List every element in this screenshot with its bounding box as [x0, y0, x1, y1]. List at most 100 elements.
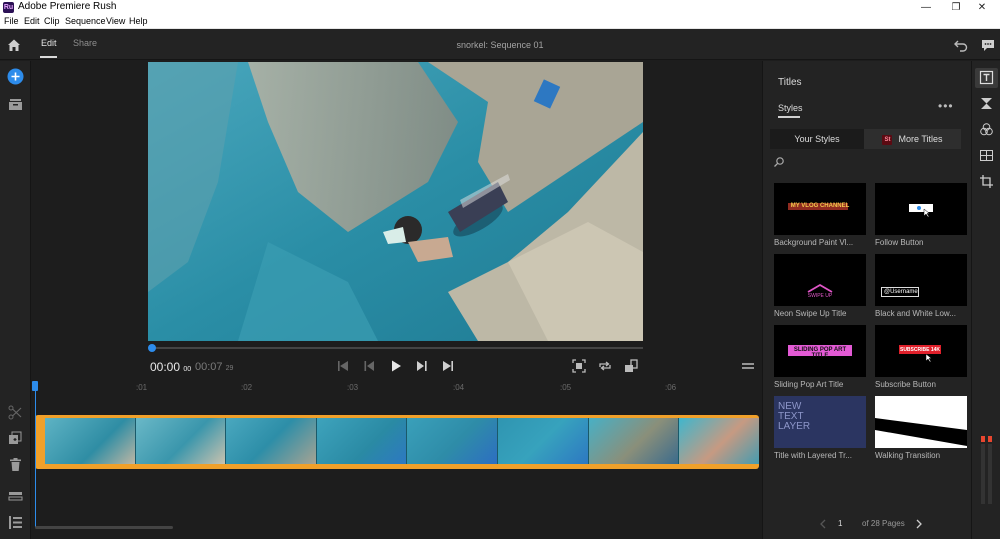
split-clip-icon[interactable] — [7, 404, 24, 421]
your-styles-button[interactable]: Your Styles — [770, 129, 864, 149]
sequence-title: snorkel: Sequence 01 — [456, 40, 544, 50]
clip-thumbnail — [45, 418, 136, 464]
menu-view[interactable]: View — [106, 16, 125, 26]
transitions-icon[interactable] — [979, 96, 994, 111]
speed-icon[interactable] — [979, 148, 994, 163]
crop-icon[interactable] — [979, 174, 994, 189]
window-title-bar: Ru Adobe Premiere Rush — ❐ ✕ — [0, 0, 1000, 15]
add-media-icon[interactable] — [7, 68, 24, 85]
more-titles-label: More Titles — [898, 134, 943, 144]
search-icon[interactable] — [773, 156, 785, 168]
go-to-start-icon[interactable] — [336, 359, 350, 373]
clip-thumbnail — [497, 418, 589, 464]
panel-title: Titles — [778, 77, 802, 88]
audio-meter-track — [988, 444, 992, 504]
title-template-layered-text[interactable]: NEW TEXT LAYER — [774, 396, 866, 448]
track-list-icon[interactable] — [7, 514, 24, 531]
feedback-icon[interactable] — [980, 37, 996, 53]
tick-label: :02 — [241, 383, 253, 392]
right-toolbar — [971, 61, 1000, 539]
tile-art-text: MY VLOG CHANNEL — [790, 203, 850, 209]
title-template-sliding-pop-art[interactable]: SLIDING POP ART TITLE — [774, 325, 866, 377]
tick-label: :06 — [665, 383, 677, 392]
timeline-scrollbar[interactable] — [35, 526, 173, 529]
tile-caption: Sliding Pop Art Title — [774, 380, 844, 389]
tile-caption: Subscribe Button — [875, 380, 936, 389]
close-button[interactable]: ✕ — [964, 0, 1000, 15]
tab-styles[interactable]: Styles — [778, 103, 803, 113]
playhead-handle[interactable] — [32, 381, 38, 391]
tile-caption: Title with Layered Tr... — [774, 451, 852, 460]
loop-icon[interactable] — [598, 359, 612, 373]
menu-sequence[interactable]: Sequence — [65, 16, 106, 26]
stock-icon: St — [882, 134, 893, 145]
go-to-end-icon[interactable] — [441, 359, 455, 373]
title-template-background-paint[interactable]: MY VLOG CHANNEL — [774, 183, 866, 235]
menu-clip[interactable]: Clip — [44, 16, 60, 26]
undo-icon[interactable] — [953, 37, 969, 53]
tile-caption: Black and White Low... — [875, 309, 956, 318]
audio-meter-track — [981, 444, 985, 504]
timeline-ruler[interactable]: :01 :02 :03 :04 :05 :06 — [32, 379, 762, 395]
prev-page-icon[interactable] — [819, 519, 827, 529]
delete-icon[interactable] — [7, 456, 24, 473]
more-titles-button[interactable]: St More Titles — [864, 129, 961, 149]
tab-styles-underline — [778, 116, 800, 118]
duplicate-icon[interactable] — [7, 430, 24, 447]
tile-caption: Walking Transition — [875, 451, 941, 460]
play-icon[interactable] — [389, 359, 403, 373]
title-template-follow-button[interactable] — [875, 183, 967, 235]
menu-edit[interactable]: Edit — [24, 16, 40, 26]
menu-file[interactable]: File — [4, 16, 19, 26]
menu-bar: File Edit Clip Sequence View Help — [0, 15, 1000, 29]
next-page-icon[interactable] — [915, 519, 923, 529]
title-template-subscribe-button[interactable]: SUBSCRIBE 14K — [875, 325, 967, 377]
page-count: of 28 Pages — [862, 519, 905, 528]
cursor-icon — [923, 208, 931, 218]
window-title: Adobe Premiere Rush — [18, 1, 117, 12]
tile-art-text: @Username — [884, 289, 918, 295]
tile-art-text: SUBSCRIBE 14K — [899, 347, 940, 353]
transition-stripe — [875, 418, 967, 446]
project-assets-icon[interactable] — [7, 96, 24, 113]
scrub-head[interactable] — [148, 344, 156, 352]
clip-thumbnail — [407, 418, 498, 464]
titles-panel: Titles Styles ••• Your Styles St More Tit… — [762, 61, 971, 539]
edit-workspace: 00:00 00 00:07 29 :01 :02 :03 :04:05:0… — [32, 61, 762, 539]
step-back-icon[interactable] — [362, 359, 376, 373]
tile-art-text: NEW TEXT LAYER — [778, 401, 811, 432]
video-preview[interactable] — [148, 62, 643, 341]
title-template-black-white-lower[interactable]: @Username — [875, 254, 967, 306]
duration: 00:07 29 — [195, 361, 234, 373]
clip-thumbnail — [679, 418, 759, 464]
fit-to-frame-icon[interactable] — [572, 359, 586, 373]
menu-help[interactable]: Help — [129, 16, 148, 26]
aspect-ratio-icon[interactable] — [624, 359, 638, 373]
clip-thumbnail — [226, 418, 317, 464]
clip-thumbnail — [135, 418, 227, 464]
playhead-line — [35, 385, 36, 527]
menu-lines-icon[interactable] — [741, 359, 755, 373]
tick-label: :04 — [453, 383, 465, 392]
tile-caption: Background Paint Vl... — [774, 238, 854, 247]
titles-icon[interactable] — [979, 70, 994, 85]
color-icon[interactable] — [979, 122, 994, 137]
scrub-track[interactable] — [152, 347, 643, 349]
tick-label: :05 — [560, 383, 572, 392]
audio-meter-left — [981, 436, 985, 442]
more-options-icon[interactable]: ••• — [938, 99, 954, 113]
step-forward-icon[interactable] — [415, 359, 429, 373]
track-controls-icon[interactable] — [7, 488, 24, 505]
cursor-icon — [925, 353, 933, 363]
app-icon: Ru — [3, 2, 14, 13]
video-clip[interactable] — [35, 415, 759, 469]
tile-caption: Follow Button — [875, 238, 924, 247]
title-template-neon-swipe-up[interactable]: SWIPE UP — [774, 254, 866, 306]
top-bar: Edit Share snorkel: Sequence 01 — [0, 29, 1000, 60]
clip-thumbnail — [316, 418, 408, 464]
title-template-walking-transition[interactable] — [875, 396, 967, 448]
tab-edit-underline — [40, 56, 57, 58]
audio-meter-right — [988, 436, 992, 442]
page-number[interactable]: 1 — [838, 519, 842, 528]
current-time: 00:00 00 — [150, 360, 192, 374]
